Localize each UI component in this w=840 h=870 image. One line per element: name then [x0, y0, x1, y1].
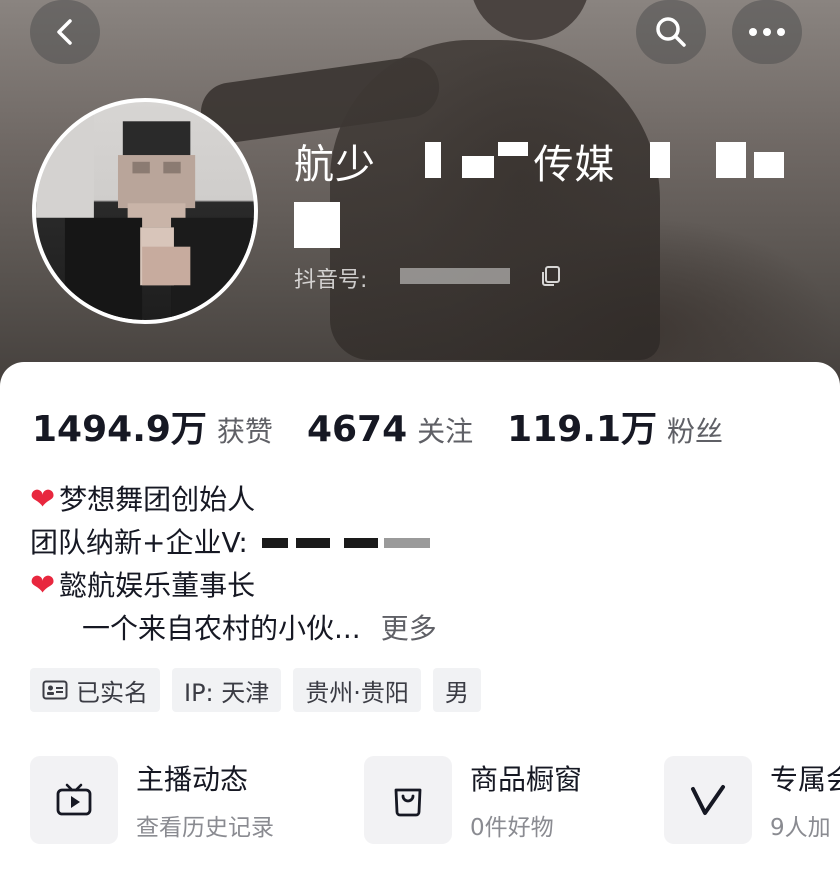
bio-more-link[interactable]: 更多 — [381, 607, 437, 650]
douyin-id-mask — [400, 268, 510, 284]
entry-title: 专属会 — [770, 763, 840, 796]
entry-icon-box — [364, 756, 452, 844]
tv-icon — [56, 783, 92, 816]
name-mosaic-2 — [462, 156, 494, 178]
more-button[interactable] — [732, 0, 802, 64]
search-button[interactable] — [636, 0, 706, 64]
stat-label: 粉丝 — [667, 415, 724, 448]
entry-live-history[interactable]: 主播动态 查看历史记录 — [30, 756, 274, 844]
bio-text: 梦想舞团创始人 — [59, 483, 256, 516]
tag-label: 男 — [444, 678, 469, 707]
more-dots-icon — [749, 28, 785, 36]
tag-ip-location: IP: 天津 — [172, 668, 282, 712]
bio-text: 懿航娱乐董事长 — [59, 569, 256, 602]
banner-figure-body — [330, 40, 660, 360]
id-card-icon — [42, 680, 68, 700]
contact-mask — [343, 537, 378, 548]
entry-title: 主播动态 — [136, 763, 249, 796]
search-icon — [656, 17, 686, 47]
profile-name: 航少 传媒 — [294, 132, 615, 190]
copy-icon[interactable] — [540, 265, 562, 287]
stat-value: 119.1万 — [507, 409, 658, 450]
v-icon — [691, 785, 725, 815]
bio-line: 一个来自农村的小伙... 更多 — [30, 607, 437, 650]
contact-mask — [383, 537, 430, 548]
entry-subtitle: 9人加 — [770, 815, 831, 841]
profile-name-text: 航少 — [294, 142, 376, 188]
name-mosaic-1 — [425, 142, 441, 178]
heart-icon: ❤ — [30, 482, 56, 517]
entry-title: 商品橱窗 — [470, 763, 583, 796]
stat-value: 1494.9万 — [32, 409, 207, 450]
entry-subtitle: 0件好物 — [470, 815, 554, 841]
chevron-left-icon — [57, 19, 72, 45]
avatar[interactable] — [32, 98, 258, 324]
entry-icon-box — [30, 756, 118, 844]
bio-line: 团队纳新+企业V: — [30, 521, 437, 564]
heart-icon: ❤ — [30, 568, 56, 603]
entry-subtitle: 查看历史记录 — [136, 815, 274, 841]
feature-entries: 主播动态 查看历史记录 商品橱窗 0件好物 专属会 9人加 — [30, 756, 840, 846]
profile-bio[interactable]: ❤ 梦想舞团创始人 团队纳新+企业V: ❤ 懿航娱乐董事长 一个来自农村的小伙.… — [30, 478, 437, 650]
contact-mask — [295, 537, 330, 548]
entry-shop-window[interactable]: 商品橱窗 0件好物 — [364, 756, 582, 844]
entry-exclusive-club[interactable]: 专属会 9人加 — [664, 756, 840, 844]
entry-icon-box — [664, 756, 752, 844]
douyin-id-label: 抖音号: — [294, 268, 368, 293]
back-button[interactable] — [30, 0, 100, 64]
profile-tags: 已实名 IP: 天津 贵州·贵阳 男 — [30, 668, 481, 712]
stats-row: 1494.9万 获赞 4674 关注 119.1万 粉丝 — [32, 400, 757, 452]
contact-mask — [261, 537, 288, 548]
stat-value: 4674 — [306, 409, 408, 450]
stat-likes[interactable]: 1494.9万 获赞 — [32, 400, 273, 452]
name-mosaic-6 — [754, 152, 784, 178]
name-mosaic-4 — [650, 142, 670, 178]
bio-line: ❤ 懿航娱乐董事长 — [30, 564, 437, 607]
tag-label: IP: 天津 — [184, 678, 270, 707]
tag-gender: 男 — [432, 668, 481, 712]
bio-line: ❤ 梦想舞团创始人 — [30, 478, 437, 521]
banner-figure-head — [470, 0, 590, 40]
entry-text: 主播动态 查看历史记录 — [136, 758, 274, 842]
avatar-mosaic — [36, 102, 254, 320]
name-mosaic-5 — [716, 142, 746, 178]
tag-verified[interactable]: 已实名 — [30, 668, 160, 712]
entry-text: 专属会 9人加 — [770, 758, 840, 842]
stat-followers[interactable]: 119.1万 粉丝 — [507, 400, 723, 452]
tag-label: 已实名 — [76, 678, 148, 707]
stat-label: 关注 — [417, 415, 474, 448]
tag-label: 贵州·贵阳 — [305, 678, 409, 707]
profile-name-suffix: 传媒 — [533, 142, 616, 188]
bio-text: 团队纳新+企业V: — [30, 526, 248, 559]
stat-following[interactable]: 4674 关注 — [307, 409, 473, 450]
name-mosaic-7 — [294, 202, 340, 248]
tag-region: 贵州·贵阳 — [293, 668, 421, 712]
stat-label: 获赞 — [216, 415, 273, 448]
bio-text: 一个来自农村的小伙... — [82, 612, 361, 645]
entry-text: 商品橱窗 0件好物 — [470, 758, 582, 842]
shopping-bag-icon — [394, 788, 422, 817]
name-mosaic-3 — [498, 142, 528, 156]
